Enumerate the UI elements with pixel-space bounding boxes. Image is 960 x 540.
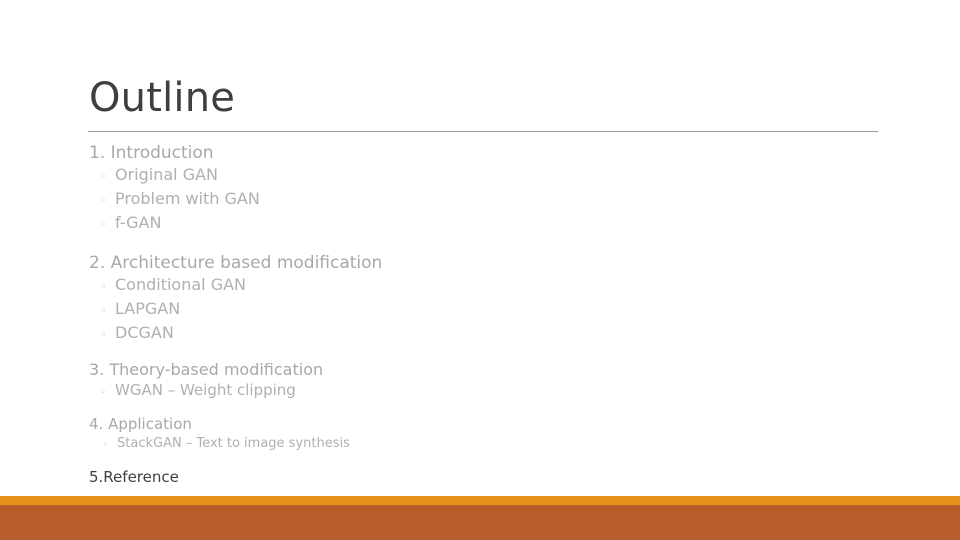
outline-section-1: 1. Introduction ◦ Original GAN ◦ Problem… bbox=[89, 142, 889, 236]
hollow-circle-bullet-icon: ◦ bbox=[100, 387, 106, 398]
footer-band bbox=[0, 505, 960, 540]
list-item: ◦ Original GAN bbox=[89, 164, 889, 188]
hollow-circle-bullet-icon: ◦ bbox=[100, 194, 107, 207]
slide: Outline 1. Introduction ◦ Original GAN ◦… bbox=[0, 0, 960, 540]
page-title: Outline bbox=[89, 75, 236, 121]
hollow-circle-bullet-icon: ◦ bbox=[103, 440, 109, 450]
hollow-circle-bullet-icon: ◦ bbox=[100, 328, 107, 341]
list-item-label: LAPGAN bbox=[115, 299, 181, 318]
outline-section-2: 2. Architecture based modification ◦ Con… bbox=[89, 252, 889, 346]
list-item: ◦ Conditional GAN bbox=[89, 274, 889, 298]
hollow-circle-bullet-icon: ◦ bbox=[100, 304, 107, 317]
section-heading: 2. Architecture based modification bbox=[89, 253, 383, 273]
list-item: ◦ DCGAN bbox=[89, 322, 889, 346]
list-item-label: f-GAN bbox=[115, 213, 162, 232]
list-item: ◦ WGAN – Weight clipping bbox=[89, 380, 889, 403]
list-item-label: Conditional GAN bbox=[115, 275, 246, 294]
section-heading: 1. Introduction bbox=[89, 143, 214, 163]
hollow-circle-bullet-icon: ◦ bbox=[100, 218, 107, 231]
list-item-label: Original GAN bbox=[115, 165, 219, 184]
section-heading: 3. Theory-based modification bbox=[89, 360, 324, 379]
list-item: ◦ LAPGAN bbox=[89, 298, 889, 322]
hollow-circle-bullet-icon: ◦ bbox=[100, 280, 107, 293]
section-heading: 5.Reference bbox=[89, 468, 179, 486]
footer-accent-bar bbox=[0, 496, 960, 505]
outline-section-3: 3. Theory-based modification ◦ WGAN – We… bbox=[89, 359, 889, 403]
section-heading: 4. Application bbox=[89, 415, 192, 433]
outline-section-4: 4. Application ◦ StackGAN – Text to imag… bbox=[89, 414, 889, 455]
hollow-circle-bullet-icon: ◦ bbox=[100, 170, 107, 183]
list-item-label: StackGAN – Text to image synthesis bbox=[117, 436, 350, 451]
outline-list: 1. Introduction ◦ Original GAN ◦ Problem… bbox=[89, 142, 889, 487]
outline-section-5: 5.Reference bbox=[89, 467, 889, 487]
list-item: ◦ StackGAN – Text to image synthesis bbox=[89, 434, 889, 455]
title-divider bbox=[88, 131, 878, 132]
list-item-label: WGAN – Weight clipping bbox=[115, 381, 296, 399]
list-item-label: DCGAN bbox=[115, 323, 174, 342]
list-item: ◦ Problem with GAN bbox=[89, 188, 889, 212]
list-item: ◦ f-GAN bbox=[89, 212, 889, 236]
list-item-label: Problem with GAN bbox=[115, 189, 260, 208]
